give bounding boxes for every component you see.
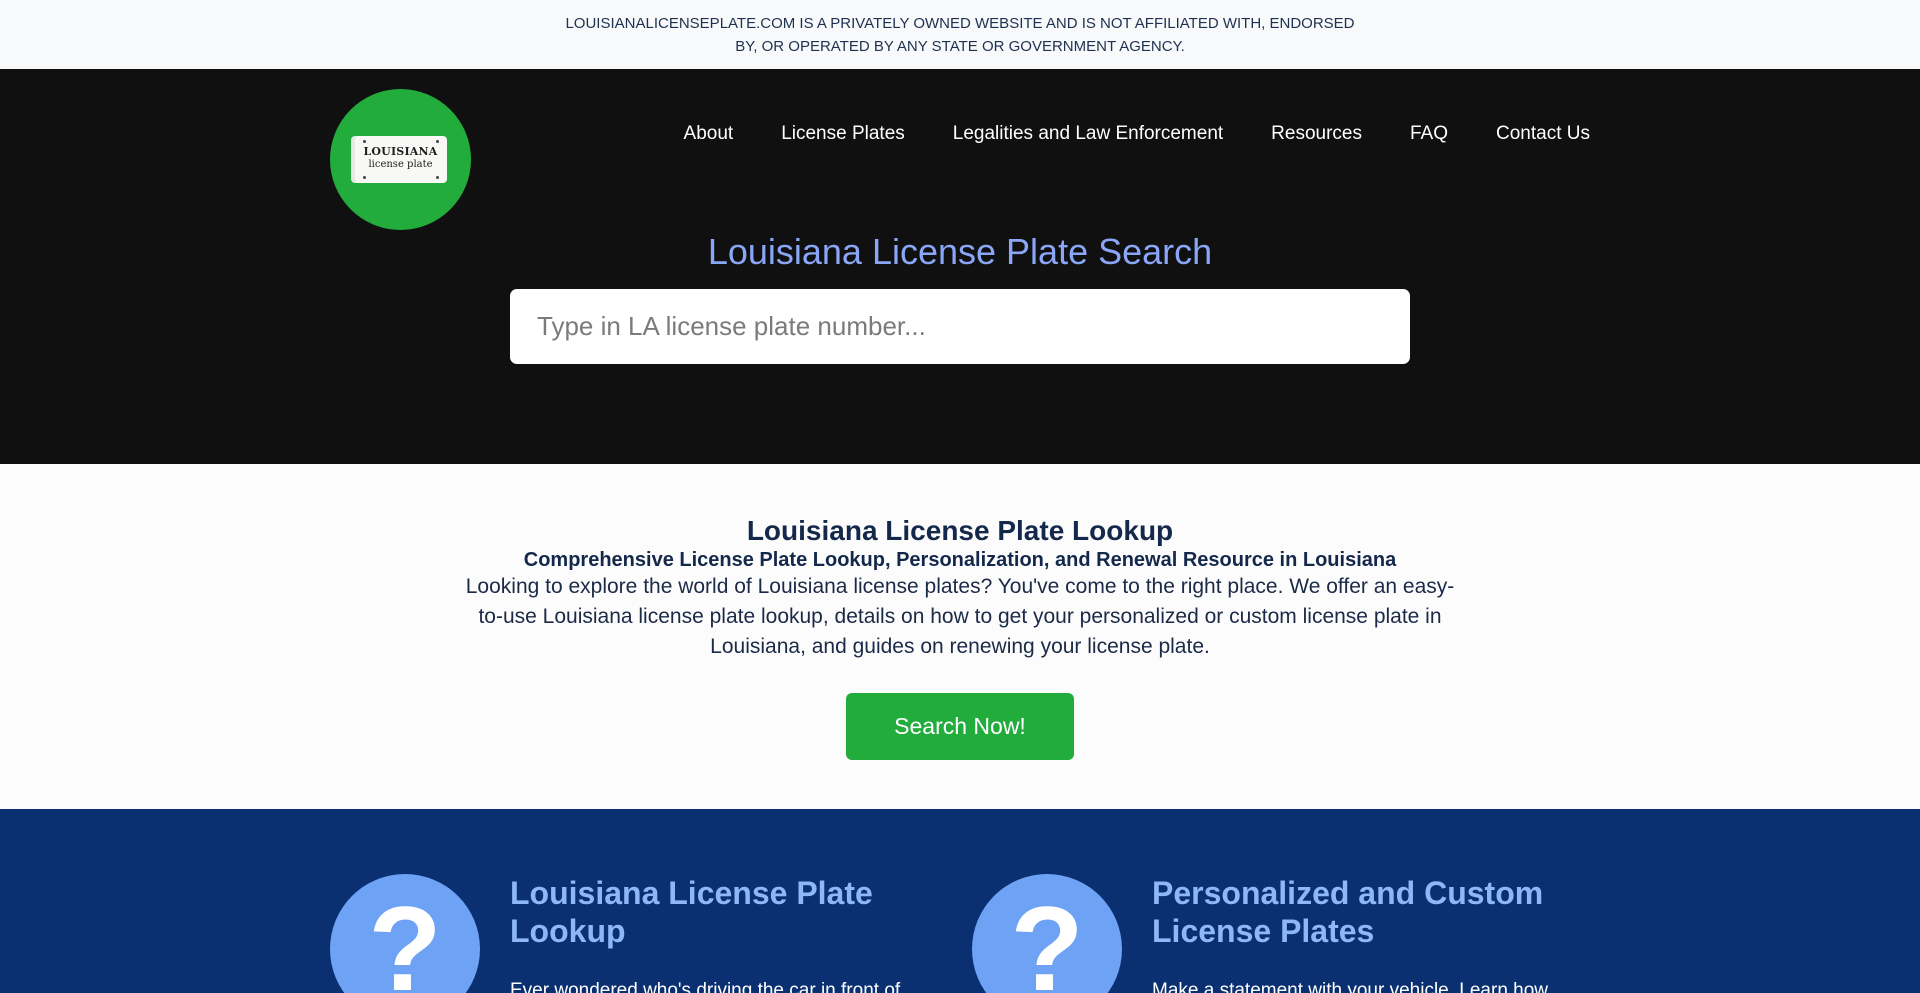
question-icon: ? xyxy=(972,874,1122,993)
feature-lookup-title[interactable]: Louisiana License Plate Lookup xyxy=(510,874,950,950)
logo-text-state: LOUISIANA xyxy=(363,145,438,158)
intro-body: Looking to explore the world of Louisian… xyxy=(465,575,1455,658)
main-nav: About License Plates Legalities and Law … xyxy=(684,119,1590,149)
intro-subtitle: Comprehensive License Plate Lookup, Pers… xyxy=(523,549,1397,571)
feature-personalized-desc: Make a statement with your vehicle. Lear… xyxy=(1152,980,1549,993)
features-section: ? Louisiana License Plate Lookup Ever wo… xyxy=(0,809,1920,993)
search-title: Louisiana License Plate Search xyxy=(707,231,1213,272)
disclaimer-text: LOUISIANALICENSEPLATE.COM IS A PRIVATELY… xyxy=(565,14,1355,55)
feature-lookup-desc: Ever wondered who's driving the car in f… xyxy=(510,980,901,993)
license-plate-icon: LOUISIANA license plate xyxy=(354,136,447,183)
question-icon: ? xyxy=(330,874,480,993)
hero-section: LOUISIANA license plate About License Pl… xyxy=(0,69,1920,464)
feature-personalized-title[interactable]: Personalized and Custom License Plates xyxy=(1152,874,1592,950)
nav-resources[interactable]: Resources xyxy=(1271,119,1362,149)
nav-about[interactable]: About xyxy=(684,119,734,149)
nav-contact-us[interactable]: Contact Us xyxy=(1496,119,1590,149)
nav-license-plates[interactable]: License Plates xyxy=(781,119,905,149)
site-logo[interactable]: LOUISIANA license plate xyxy=(330,89,471,230)
nav-faq[interactable]: FAQ xyxy=(1410,119,1448,149)
logo-text-plate: license plate xyxy=(368,159,433,170)
plate-search-input[interactable] xyxy=(510,289,1410,364)
intro-title: Louisiana License Plate Lookup xyxy=(746,515,1174,546)
intro-section: Louisiana License Plate Lookup Comprehen… xyxy=(0,464,1920,809)
nav-legalities[interactable]: Legalities and Law Enforcement xyxy=(953,119,1223,149)
search-now-button[interactable]: Search Now! xyxy=(846,693,1074,760)
disclaimer-bar: LOUISIANALICENSEPLATE.COM IS A PRIVATELY… xyxy=(0,0,1920,69)
